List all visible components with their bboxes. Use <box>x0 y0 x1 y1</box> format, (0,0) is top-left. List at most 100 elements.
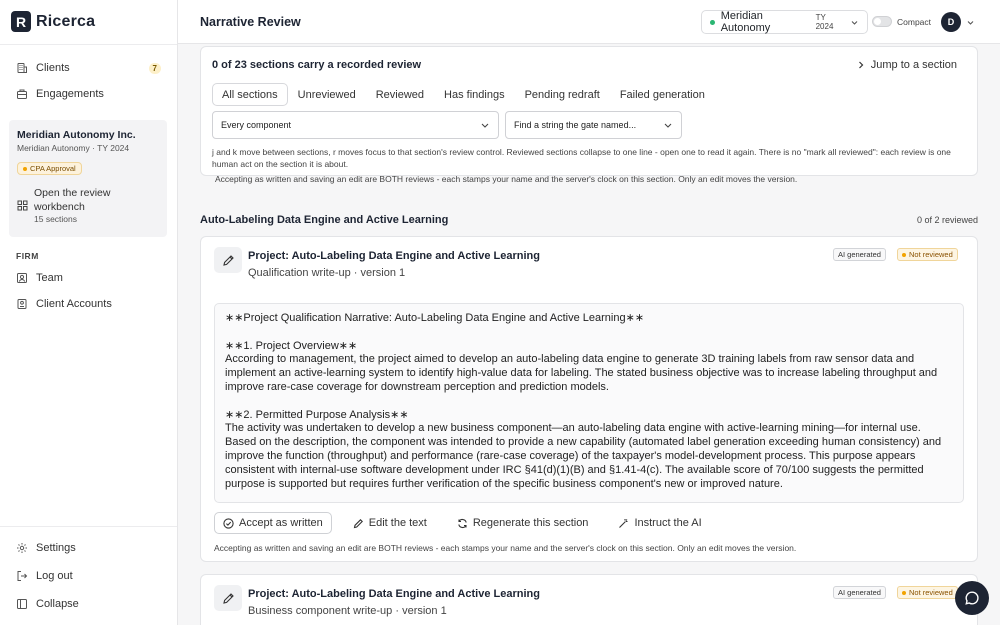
not-reviewed-label: Not reviewed <box>909 250 953 259</box>
jump-label: Jump to a section <box>870 59 957 71</box>
section-card: Project: Auto-Labeling Data Engine and A… <box>200 574 978 625</box>
open-workbench-label: Open the review workbench <box>34 187 111 213</box>
tab-unreviewed[interactable]: Unreviewed <box>288 83 366 106</box>
section-card: Project: Auto-Labeling Data Engine and A… <box>200 236 978 562</box>
client-selector-ty: TY 2024 <box>815 13 834 31</box>
sidebar-item-settings[interactable]: Settings <box>16 539 161 557</box>
pencil-icon <box>222 254 235 267</box>
tab-has-findings[interactable]: Has findings <box>434 83 515 106</box>
active-dot-icon <box>710 19 715 25</box>
chevron-down-icon <box>663 120 673 130</box>
check-circle-icon <box>223 517 234 529</box>
status-dot-icon <box>902 590 906 595</box>
client-subtitle: Meridian Autonomy · TY 2024 <box>17 143 130 153</box>
pencil-icon <box>353 518 364 529</box>
sidebar-item-clients[interactable]: Clients 7 <box>16 59 161 77</box>
client-selector-name: Meridian Autonomy <box>720 10 771 34</box>
tab-reviewed[interactable]: Reviewed <box>366 83 434 106</box>
briefcase-icon <box>16 88 28 100</box>
status-dot-icon <box>902 252 906 257</box>
sidebar-item-collapse[interactable]: Collapse <box>16 595 161 613</box>
refresh-icon <box>457 518 468 529</box>
sidebar-item-engagements[interactable]: Engagements <box>16 85 161 103</box>
chevron-down-icon[interactable] <box>966 18 975 27</box>
section-heading: Auto-Labeling Data Engine and Active Lea… <box>200 214 449 226</box>
card-title: Project: Auto-Labeling Data Engine and A… <box>248 250 540 262</box>
collapse-icon <box>16 598 28 610</box>
sidebar-item-label: Clients <box>36 62 70 74</box>
narrative-purpose-body: The activity was undertaken to develop a… <box>225 422 942 490</box>
not-reviewed-label: Not reviewed <box>909 588 953 597</box>
not-reviewed-badge: Not reviewed <box>897 586 958 599</box>
sidebar-item-client-accounts[interactable]: Client Accounts <box>16 295 161 313</box>
card-accept-note: Accepting as written and saving an edit … <box>214 543 797 553</box>
edit-icon-box <box>214 585 242 611</box>
narrative-title: ∗∗Project Qualification Narrative: Auto-… <box>225 312 645 324</box>
component-select[interactable]: Every component <box>212 111 499 139</box>
chevron-down-icon <box>850 18 859 27</box>
sidebar: R Ricerca Clients 7 Engagements Meridian… <box>0 0 178 625</box>
section-review-count: 0 of 2 reviewed <box>916 215 978 225</box>
gate-string-select[interactable]: Find a string the gate named... <box>505 111 682 139</box>
logo-mark: R <box>11 11 31 32</box>
sidebar-item-label: Client Accounts <box>36 298 112 310</box>
status-dot-icon <box>23 166 27 171</box>
narrative-heading-overview: ∗∗1. Project Overview∗∗ <box>225 339 358 352</box>
topbar: Narrative Review Meridian Autonomy TY 20… <box>178 0 1000 44</box>
edit-icon-box <box>214 247 242 273</box>
compact-toggle[interactable] <box>872 16 892 27</box>
tab-failed-generation[interactable]: Failed generation <box>610 83 715 106</box>
edit-label: Edit the text <box>368 517 427 529</box>
not-reviewed-badge: Not reviewed <box>897 248 958 261</box>
id-card-icon <box>16 298 28 310</box>
clients-count-badge: 7 <box>148 62 161 74</box>
header-accept-note: Accepting as written and saving an edit … <box>215 174 798 184</box>
chevron-right-icon <box>857 61 865 69</box>
ai-generated-badge: AI generated <box>833 586 886 599</box>
ai-generated-badge: AI generated <box>833 248 886 261</box>
narrative-overview-body: According to management, the project aim… <box>225 353 938 393</box>
sidebar-item-team[interactable]: Team <box>16 269 161 287</box>
jump-to-section-button[interactable]: Jump to a section <box>857 59 957 71</box>
page-title: Narrative Review <box>200 15 301 29</box>
instruct-label: Instruct the AI <box>634 517 702 529</box>
grid-icon <box>17 200 28 211</box>
open-workbench-link[interactable]: Open the review workbench 15 sections <box>17 186 124 224</box>
chat-bubble-icon <box>964 590 980 606</box>
regenerate-section-button[interactable]: Regenerate this section <box>448 512 598 534</box>
narrative-text: ∗∗Project Qualification Narrative: Auto-… <box>214 303 964 503</box>
logout-icon <box>16 570 28 582</box>
card-subtitle: Qualification write-up · version 1 <box>248 267 406 279</box>
app-name: Ricerca <box>36 12 96 30</box>
filter-tabs: All sections Unreviewed Reviewed Has fin… <box>212 83 715 106</box>
review-actions: Accept as written Edit the text Regenera… <box>214 512 711 534</box>
compact-label: Compact <box>897 17 932 27</box>
edit-text-button[interactable]: Edit the text <box>344 512 436 534</box>
tab-all-sections[interactable]: All sections <box>212 83 288 106</box>
tab-pending-redraft[interactable]: Pending redraft <box>515 83 610 106</box>
accept-as-written-button[interactable]: Accept as written <box>214 512 332 534</box>
accept-label: Accept as written <box>239 517 323 529</box>
divider <box>0 526 177 527</box>
card-subtitle: Business component write-up · version 1 <box>248 605 447 617</box>
avatar[interactable]: D <box>941 12 961 32</box>
component-select-value: Every component <box>221 120 292 130</box>
divider <box>0 44 177 45</box>
sidebar-item-label: Log out <box>36 570 73 582</box>
sidebar-item-label: Engagements <box>36 88 104 100</box>
instruct-ai-button[interactable]: Instruct the AI <box>609 512 710 534</box>
narrative-heading-purpose: ∗∗2. Permitted Purpose Analysis∗∗ <box>225 408 409 421</box>
sidebar-item-label: Settings <box>36 542 76 554</box>
chat-button[interactable] <box>955 581 989 615</box>
gate-select-value: Find a string the gate named... <box>514 120 637 130</box>
sections-count: 15 sections <box>34 214 77 224</box>
pencil-icon <box>222 592 235 605</box>
review-summary: 0 of 23 sections carry a recorded review <box>212 59 422 71</box>
sidebar-item-logout[interactable]: Log out <box>16 567 161 585</box>
review-header-card: 0 of 23 sections carry a recorded review… <box>200 46 978 176</box>
client-selector[interactable]: Meridian Autonomy TY 2024 <box>701 10 868 34</box>
app-logo[interactable]: R Ricerca <box>11 11 95 32</box>
magic-wand-icon <box>618 518 629 529</box>
sidebar-item-label: Team <box>36 272 63 284</box>
status-badge: CPA Approval <box>17 162 82 175</box>
